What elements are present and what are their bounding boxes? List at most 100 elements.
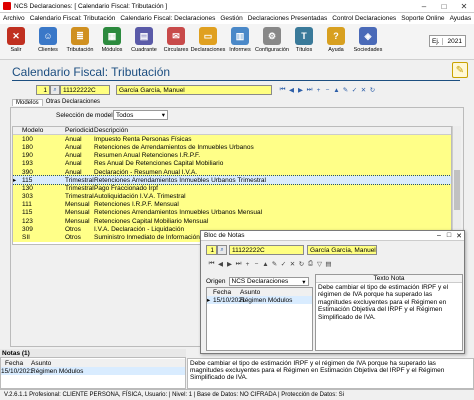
cell-modelo: 130 (22, 184, 33, 192)
dialog-search-button[interactable]: ⌕ (217, 245, 227, 255)
menu-soporte-online[interactable]: Soporte Online (401, 15, 444, 22)
edit-icon[interactable]: ✎ (341, 86, 350, 94)
dialog-nif-field[interactable]: 11122222C (229, 245, 304, 255)
grid-header: Modelo Periodicidad Descripción (13, 127, 451, 136)
tab-modelos[interactable]: Modelos (12, 99, 43, 106)
list-item[interactable]: 15/10/2021 Régimen Módulos (1, 367, 185, 375)
last-record-icon[interactable]: ⏭ (305, 86, 314, 94)
toolbar-button-ayuda[interactable]: ? Ayuda (322, 27, 350, 53)
first-record-icon[interactable]: ⏮ (278, 86, 287, 94)
dialog-number-field[interactable]: 1 (206, 245, 217, 255)
refresh-icon[interactable]: ↻ (297, 260, 306, 268)
cell-descripcion: Pago Fraccionado Irpf (94, 184, 158, 192)
edit-icon[interactable]: ✎ (270, 260, 279, 268)
first-icon[interactable]: ⏮ (207, 260, 216, 268)
client-name-field[interactable]: García García, Manuel (116, 85, 272, 95)
col-descripcion[interactable]: Descripción (94, 127, 451, 134)
tab-otras-declaraciones[interactable]: Otras Declaraciones (43, 99, 103, 106)
confirm-icon[interactable]: ✓ (350, 86, 359, 94)
cancel-icon[interactable]: ✕ (288, 260, 297, 268)
toolbar-button-clientes[interactable]: ☺ Clientes (34, 27, 62, 53)
menu-calendario-tributacion[interactable]: Calendario Fiscal: Tributación (30, 15, 116, 22)
menu-control-declaraciones[interactable]: Control Declaraciones (332, 15, 396, 22)
next-icon[interactable]: ▶ (225, 260, 234, 268)
filter-icon[interactable]: ▽ (315, 260, 324, 268)
help-icon: ? (327, 27, 345, 45)
col-periodicidad[interactable]: Periodicidad (65, 127, 94, 134)
add-icon[interactable]: + (243, 261, 252, 268)
table-row[interactable]: 180 Anual Retenciones de Arrendamientos de… (13, 143, 451, 152)
toolbar-label: Configuración (255, 47, 289, 53)
menu-ayudas[interactable]: Ayudas (450, 15, 472, 22)
toolbar-button-cuadrante[interactable]: ▤ Cuadrante (130, 27, 158, 53)
dialog-close-button[interactable]: ✕ (454, 232, 464, 240)
dialog-text-header: Texto Nota (316, 275, 462, 283)
note-date: 15/10/2021 (1, 367, 34, 375)
filter-value: Todos (116, 111, 134, 119)
table-row[interactable]: 100 Anual Impuesto Renta Personas Físicas (13, 135, 451, 144)
table-row[interactable]: 190 Anual Resumen Anual Retenciones I.R.P.… (13, 151, 451, 160)
toolbar-button-salir[interactable]: ✕ Salir (2, 27, 30, 53)
list-item[interactable]: ▸ 15/10/2021 Régimen Módulos (207, 296, 312, 304)
minimize-button[interactable]: – (414, 0, 434, 13)
prev-record-icon[interactable]: ◀ (287, 86, 296, 94)
toolbar-button-declaraciones[interactable]: ▭ Declaraciones (191, 27, 225, 53)
table-row[interactable]: 193 Anual Res Anual De Retenciones Capital… (13, 159, 451, 168)
print-icon[interactable]: ⎙ (306, 260, 315, 268)
toolbar-label: Clientes (38, 47, 58, 53)
scrollbar-thumb[interactable] (454, 170, 460, 210)
filter-select[interactable]: Todos ▾ (113, 110, 168, 120)
last-icon[interactable]: ⏭ (234, 260, 243, 268)
prev-icon[interactable]: ◀ (216, 260, 225, 268)
search-client-button[interactable]: ⌕ (50, 85, 60, 95)
cell-descripcion: Retenciones I.R.P.F. Mensual (94, 201, 179, 209)
client-number-field[interactable]: 1 (36, 85, 50, 95)
menu-archivo[interactable]: Archivo (3, 15, 25, 22)
dialog-minimize-button[interactable]: – (434, 232, 444, 239)
next-record-icon[interactable]: ▶ (296, 86, 305, 94)
toolbar-button-tributacion[interactable]: ≣ Tributación (66, 27, 94, 53)
up-icon[interactable]: ▲ (261, 261, 270, 268)
grid-scrollbar[interactable] (452, 126, 461, 245)
paste-icon[interactable]: ▤ (324, 260, 333, 268)
origen-value: NCS Declaraciones (231, 278, 289, 285)
toolbar-button-sociedades[interactable]: ◈ Sociedades (354, 27, 382, 53)
toolbar-button-modulos[interactable]: ▦ Módulos (98, 27, 126, 53)
table-row[interactable]: 111 Mensual Retenciones I.R.P.F. Mensual (13, 200, 451, 209)
delete-icon[interactable]: − (252, 261, 261, 268)
menu-calendario-declaraciones[interactable]: Calendario Fiscal: Declaraciones (120, 15, 215, 22)
table-row[interactable]: 303 Trimestral Autoliquidación I.V.A. Trim… (13, 192, 451, 201)
close-button[interactable]: ✕ (454, 0, 474, 13)
ejercicio-field[interactable]: Ej. 2021 (429, 35, 466, 47)
table-row[interactable]: ▸ 115 Trimestral Retenciones Arrendamientos… (13, 175, 451, 186)
toolbar-button-informes[interactable]: ▥ Informes (226, 27, 254, 53)
menu-declaraciones-presentadas[interactable]: Declaraciones Presentadas (248, 15, 328, 22)
table-row[interactable]: 390 Anual Declaración - Resumen Anual I.V.… (13, 167, 451, 177)
dialog-note-text: Debe cambiar el tipo de estimación IRPF … (318, 284, 449, 321)
cell-descripcion: Retenciones Arrendamientos Inmuebles Urb… (94, 176, 266, 184)
menu-gestion[interactable]: Gestión (220, 15, 242, 22)
table-row[interactable]: 115 Mensual Retenciones Arrendamientos Inm… (13, 208, 451, 218)
cancel-icon[interactable]: ✕ (359, 86, 368, 94)
delete-record-icon[interactable]: − (323, 87, 332, 94)
cell-modelo: 193 (22, 160, 33, 168)
client-nif-field[interactable]: 11122222C (60, 85, 110, 95)
add-record-icon[interactable]: + (314, 87, 323, 94)
notes-icon[interactable]: ✎ (452, 62, 468, 78)
confirm-icon[interactable]: ✓ (279, 260, 288, 268)
refresh-icon[interactable]: ↻ (368, 86, 377, 94)
dialog-name-field[interactable]: García García, Manuel (307, 245, 377, 255)
table-row[interactable]: 130 Trimestral Pago Fraccionado Irpf (13, 184, 451, 193)
origen-select[interactable]: NCS Declaraciones ▾ (228, 277, 309, 286)
dialog-note-text-panel[interactable]: Texto Nota Debe cambiar el tipo de estim… (315, 274, 463, 351)
dialog-maximize-button[interactable]: □ (444, 232, 454, 239)
toolbar-button-configuracion[interactable]: ⚙ Configuración (255, 27, 289, 53)
maximize-button[interactable]: □ (434, 0, 454, 13)
up-icon[interactable]: ▲ (332, 87, 341, 94)
toolbar-button-circulares[interactable]: ✉ Circulares (162, 27, 190, 53)
dialog-title-bar: Bloc de Notas – □ ✕ (201, 231, 464, 241)
col-modelo[interactable]: Modelo (21, 127, 65, 134)
dialog-notes-list: Fecha Asunto ▸ 15/10/2021 Régimen Módulo… (206, 287, 313, 351)
table-row[interactable]: 123 Mensual Retenciones Capital Mobiliario… (13, 217, 451, 226)
toolbar-button-titulos[interactable]: T Títulos (290, 27, 318, 53)
